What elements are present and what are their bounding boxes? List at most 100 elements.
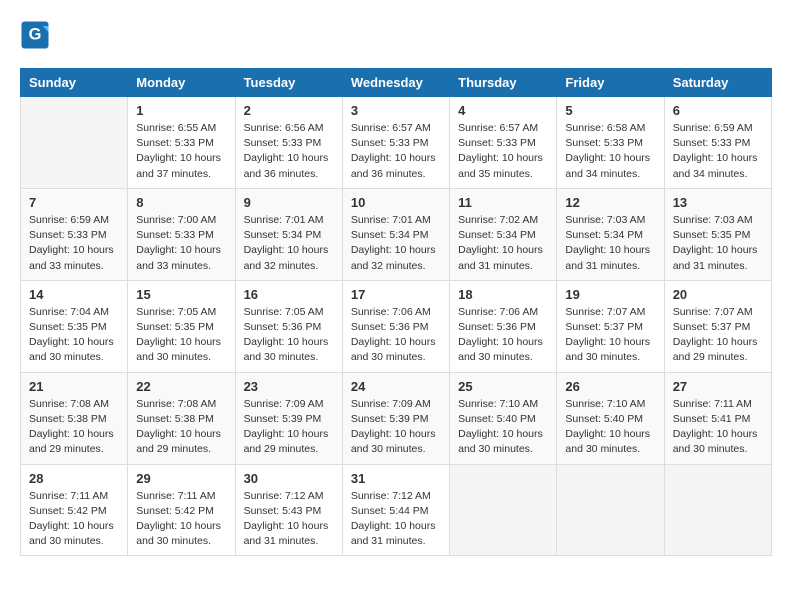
day-number: 27 — [673, 379, 763, 394]
day-info: Sunrise: 7:07 AM Sunset: 5:37 PM Dayligh… — [673, 305, 763, 366]
day-number: 20 — [673, 287, 763, 302]
calendar-cell: 25 Sunrise: 7:10 AM Sunset: 5:40 PM Dayli… — [450, 372, 557, 464]
calendar-week-row: 21 Sunrise: 7:08 AM Sunset: 5:38 PM Dayli… — [21, 372, 772, 464]
calendar-cell: 28 Sunrise: 7:11 AM Sunset: 5:42 PM Dayli… — [21, 464, 128, 556]
calendar-cell: 30 Sunrise: 7:12 AM Sunset: 5:43 PM Dayli… — [235, 464, 342, 556]
column-header-friday: Friday — [557, 69, 664, 97]
calendar-cell: 15 Sunrise: 7:05 AM Sunset: 5:35 PM Dayli… — [128, 280, 235, 372]
day-info: Sunrise: 7:11 AM Sunset: 5:42 PM Dayligh… — [136, 489, 226, 550]
calendar-cell: 27 Sunrise: 7:11 AM Sunset: 5:41 PM Dayli… — [664, 372, 771, 464]
calendar-cell: 31 Sunrise: 7:12 AM Sunset: 5:44 PM Dayli… — [342, 464, 449, 556]
day-number: 21 — [29, 379, 119, 394]
calendar-cell: 19 Sunrise: 7:07 AM Sunset: 5:37 PM Dayli… — [557, 280, 664, 372]
day-info: Sunrise: 7:08 AM Sunset: 5:38 PM Dayligh… — [29, 397, 119, 458]
calendar-cell: 20 Sunrise: 7:07 AM Sunset: 5:37 PM Dayli… — [664, 280, 771, 372]
day-info: Sunrise: 7:11 AM Sunset: 5:41 PM Dayligh… — [673, 397, 763, 458]
day-number: 14 — [29, 287, 119, 302]
day-info: Sunrise: 7:01 AM Sunset: 5:34 PM Dayligh… — [351, 213, 441, 274]
day-number: 26 — [565, 379, 655, 394]
day-number: 18 — [458, 287, 548, 302]
calendar-cell — [21, 97, 128, 189]
day-number: 2 — [244, 103, 334, 118]
calendar-cell — [664, 464, 771, 556]
day-info: Sunrise: 7:03 AM Sunset: 5:34 PM Dayligh… — [565, 213, 655, 274]
calendar-cell — [450, 464, 557, 556]
day-info: Sunrise: 7:08 AM Sunset: 5:38 PM Dayligh… — [136, 397, 226, 458]
day-number: 24 — [351, 379, 441, 394]
day-number: 17 — [351, 287, 441, 302]
calendar-cell: 17 Sunrise: 7:06 AM Sunset: 5:36 PM Dayli… — [342, 280, 449, 372]
column-header-monday: Monday — [128, 69, 235, 97]
day-info: Sunrise: 7:05 AM Sunset: 5:35 PM Dayligh… — [136, 305, 226, 366]
day-number: 25 — [458, 379, 548, 394]
calendar-header-row: SundayMondayTuesdayWednesdayThursdayFrid… — [21, 69, 772, 97]
day-info: Sunrise: 7:04 AM Sunset: 5:35 PM Dayligh… — [29, 305, 119, 366]
day-number: 10 — [351, 195, 441, 210]
day-number: 16 — [244, 287, 334, 302]
column-header-thursday: Thursday — [450, 69, 557, 97]
day-info: Sunrise: 6:58 AM Sunset: 5:33 PM Dayligh… — [565, 121, 655, 182]
column-header-sunday: Sunday — [21, 69, 128, 97]
day-number: 6 — [673, 103, 763, 118]
calendar-cell: 10 Sunrise: 7:01 AM Sunset: 5:34 PM Dayli… — [342, 188, 449, 280]
day-info: Sunrise: 7:12 AM Sunset: 5:44 PM Dayligh… — [351, 489, 441, 550]
day-info: Sunrise: 7:07 AM Sunset: 5:37 PM Dayligh… — [565, 305, 655, 366]
day-number: 13 — [673, 195, 763, 210]
day-number: 1 — [136, 103, 226, 118]
day-info: Sunrise: 7:10 AM Sunset: 5:40 PM Dayligh… — [565, 397, 655, 458]
calendar-cell: 1 Sunrise: 6:55 AM Sunset: 5:33 PM Daylig… — [128, 97, 235, 189]
day-info: Sunrise: 7:10 AM Sunset: 5:40 PM Dayligh… — [458, 397, 548, 458]
day-number: 7 — [29, 195, 119, 210]
day-number: 12 — [565, 195, 655, 210]
calendar-cell — [557, 464, 664, 556]
day-number: 22 — [136, 379, 226, 394]
column-header-saturday: Saturday — [664, 69, 771, 97]
calendar-cell: 2Sunrise: 6:56 AM Sunset: 5:33 PM Daylig… — [235, 97, 342, 189]
day-info: Sunrise: 7:02 AM Sunset: 5:34 PM Dayligh… — [458, 213, 548, 274]
calendar-cell: 9 Sunrise: 7:01 AM Sunset: 5:34 PM Daylig… — [235, 188, 342, 280]
calendar-week-row: 1 Sunrise: 6:55 AM Sunset: 5:33 PM Daylig… — [21, 97, 772, 189]
logo: G — [20, 20, 52, 50]
day-info: Sunrise: 6:55 AM Sunset: 5:33 PM Dayligh… — [136, 121, 226, 182]
calendar-cell: 8Sunrise: 7:00 AM Sunset: 5:33 PM Daylig… — [128, 188, 235, 280]
calendar-table: SundayMondayTuesdayWednesdayThursdayFrid… — [20, 68, 772, 556]
day-number: 31 — [351, 471, 441, 486]
day-info: Sunrise: 7:03 AM Sunset: 5:35 PM Dayligh… — [673, 213, 763, 274]
day-info: Sunrise: 6:59 AM Sunset: 5:33 PM Dayligh… — [673, 121, 763, 182]
day-info: Sunrise: 6:57 AM Sunset: 5:33 PM Dayligh… — [458, 121, 548, 182]
day-info: Sunrise: 7:05 AM Sunset: 5:36 PM Dayligh… — [244, 305, 334, 366]
day-info: Sunrise: 7:00 AM Sunset: 5:33 PM Dayligh… — [136, 213, 226, 274]
svg-text:G: G — [29, 26, 42, 44]
day-info: Sunrise: 6:57 AM Sunset: 5:33 PM Dayligh… — [351, 121, 441, 182]
calendar-cell: 29 Sunrise: 7:11 AM Sunset: 5:42 PM Dayli… — [128, 464, 235, 556]
day-number: 9 — [244, 195, 334, 210]
calendar-week-row: 28 Sunrise: 7:11 AM Sunset: 5:42 PM Dayli… — [21, 464, 772, 556]
calendar-cell: 12 Sunrise: 7:03 AM Sunset: 5:34 PM Dayli… — [557, 188, 664, 280]
day-number: 15 — [136, 287, 226, 302]
day-info: Sunrise: 7:09 AM Sunset: 5:39 PM Dayligh… — [351, 397, 441, 458]
day-info: Sunrise: 7:09 AM Sunset: 5:39 PM Dayligh… — [244, 397, 334, 458]
day-number: 19 — [565, 287, 655, 302]
calendar-week-row: 14 Sunrise: 7:04 AM Sunset: 5:35 PM Dayli… — [21, 280, 772, 372]
day-number: 4 — [458, 103, 548, 118]
day-number: 5 — [565, 103, 655, 118]
day-number: 30 — [244, 471, 334, 486]
day-info: Sunrise: 7:06 AM Sunset: 5:36 PM Dayligh… — [458, 305, 548, 366]
calendar-body: 1 Sunrise: 6:55 AM Sunset: 5:33 PM Daylig… — [21, 97, 772, 556]
calendar-cell: 4 Sunrise: 6:57 AM Sunset: 5:33 PM Daylig… — [450, 97, 557, 189]
calendar-cell: 14 Sunrise: 7:04 AM Sunset: 5:35 PM Dayli… — [21, 280, 128, 372]
calendar-cell: 16 Sunrise: 7:05 AM Sunset: 5:36 PM Dayli… — [235, 280, 342, 372]
column-header-tuesday: Tuesday — [235, 69, 342, 97]
day-info: Sunrise: 7:06 AM Sunset: 5:36 PM Dayligh… — [351, 305, 441, 366]
day-info: Sunrise: 7:12 AM Sunset: 5:43 PM Dayligh… — [244, 489, 334, 550]
calendar-cell: 7Sunrise: 6:59 AM Sunset: 5:33 PM Daylig… — [21, 188, 128, 280]
day-number: 11 — [458, 195, 548, 210]
calendar-cell: 24 Sunrise: 7:09 AM Sunset: 5:39 PM Dayli… — [342, 372, 449, 464]
day-info: Sunrise: 7:11 AM Sunset: 5:42 PM Dayligh… — [29, 489, 119, 550]
day-number: 28 — [29, 471, 119, 486]
day-info: Sunrise: 7:01 AM Sunset: 5:34 PM Dayligh… — [244, 213, 334, 274]
calendar-cell: 21 Sunrise: 7:08 AM Sunset: 5:38 PM Dayli… — [21, 372, 128, 464]
calendar-week-row: 7Sunrise: 6:59 AM Sunset: 5:33 PM Daylig… — [21, 188, 772, 280]
day-number: 29 — [136, 471, 226, 486]
calendar-cell: 6 Sunrise: 6:59 AM Sunset: 5:33 PM Daylig… — [664, 97, 771, 189]
